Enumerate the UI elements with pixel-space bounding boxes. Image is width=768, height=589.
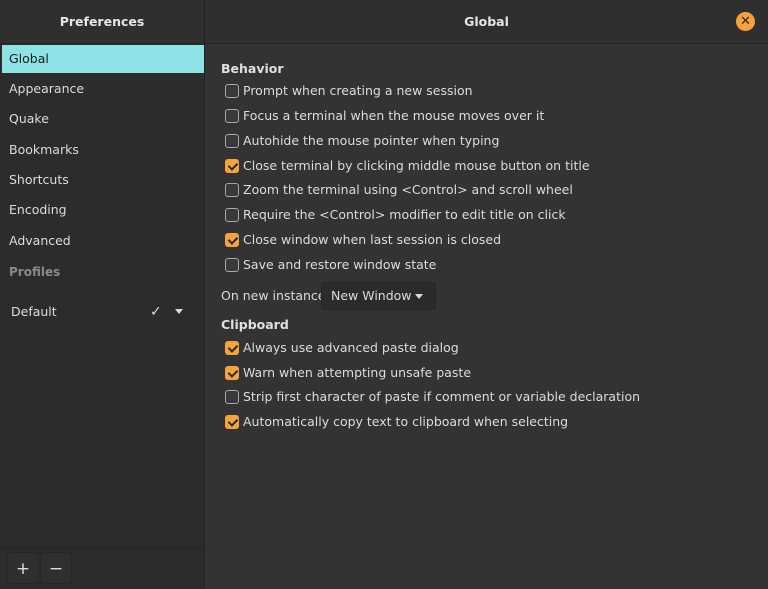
checkbox[interactable] (225, 109, 239, 123)
checkbox[interactable] (225, 84, 239, 98)
checkbox[interactable] (225, 134, 239, 148)
sidebar-item-appearance[interactable]: Appearance (2, 75, 204, 103)
checkbox-checked[interactable] (225, 159, 239, 173)
option-label: Save and restore window state (243, 257, 437, 272)
option-label: Prompt when creating a new session (243, 83, 473, 98)
option-label: Focus a terminal when the mouse moves ov… (243, 108, 545, 123)
new-instance-label: On new instance (221, 288, 326, 303)
option-label: Strip first character of paste if commen… (243, 389, 641, 404)
remove-profile-button[interactable]: − (40, 552, 72, 584)
checkbox[interactable] (225, 390, 239, 404)
option-label: Close terminal by clicking middle mouse … (243, 158, 590, 173)
sidebar-title: Preferences (0, 0, 204, 44)
close-icon: ✕ (740, 14, 751, 29)
option-label: Close window when last session is closed (243, 232, 502, 247)
chevron-down-icon (415, 294, 423, 299)
profiles-heading: Profiles (9, 265, 61, 279)
dropdown-value: New Window (331, 288, 412, 303)
sidebar-item-quake[interactable]: Quake (2, 105, 204, 133)
checkbox-checked[interactable] (225, 341, 239, 355)
checkbox-checked[interactable] (225, 415, 239, 429)
option-label: Require the <Control> modifier to edit t… (243, 207, 566, 222)
sidebar-item-shortcuts[interactable]: Shortcuts (2, 166, 204, 194)
behavior-heading: Behavior (221, 61, 284, 76)
option-label: Autohide the mouse pointer when typing (243, 133, 500, 148)
option-label: Automatically copy text to clipboard whe… (243, 414, 569, 429)
checkbox[interactable] (225, 258, 239, 272)
profile-item-default[interactable]: Default ✓ (2, 298, 200, 326)
new-instance-dropdown[interactable]: New Window (321, 282, 436, 310)
close-button[interactable]: ✕ (736, 12, 755, 31)
checkbox-checked[interactable] (225, 233, 239, 247)
check-icon: ✓ (150, 304, 162, 320)
checkbox[interactable] (225, 183, 239, 197)
option-label: Zoom the terminal using <Control> and sc… (243, 182, 573, 197)
option-label: Always use advanced paste dialog (243, 340, 459, 355)
sidebar-footer: + − (0, 548, 204, 589)
sidebar: Preferences Global Appearance Quake Book… (0, 0, 205, 589)
add-profile-button[interactable]: + (7, 552, 39, 584)
main-header: Global ✕ (205, 0, 768, 44)
sidebar-item-encoding[interactable]: Encoding (2, 196, 204, 224)
clipboard-heading: Clipboard (221, 317, 289, 332)
page-title: Global (464, 14, 509, 29)
checkbox[interactable] (225, 208, 239, 222)
checkbox-checked[interactable] (225, 366, 239, 380)
sidebar-item-bookmarks[interactable]: Bookmarks (2, 136, 204, 164)
sidebar-item-global[interactable]: Global (2, 45, 204, 73)
profile-name: Default (11, 304, 57, 319)
option-label: Warn when attempting unsafe paste (243, 365, 472, 380)
sidebar-item-advanced[interactable]: Advanced (2, 227, 204, 255)
chevron-down-icon[interactable] (175, 309, 183, 314)
